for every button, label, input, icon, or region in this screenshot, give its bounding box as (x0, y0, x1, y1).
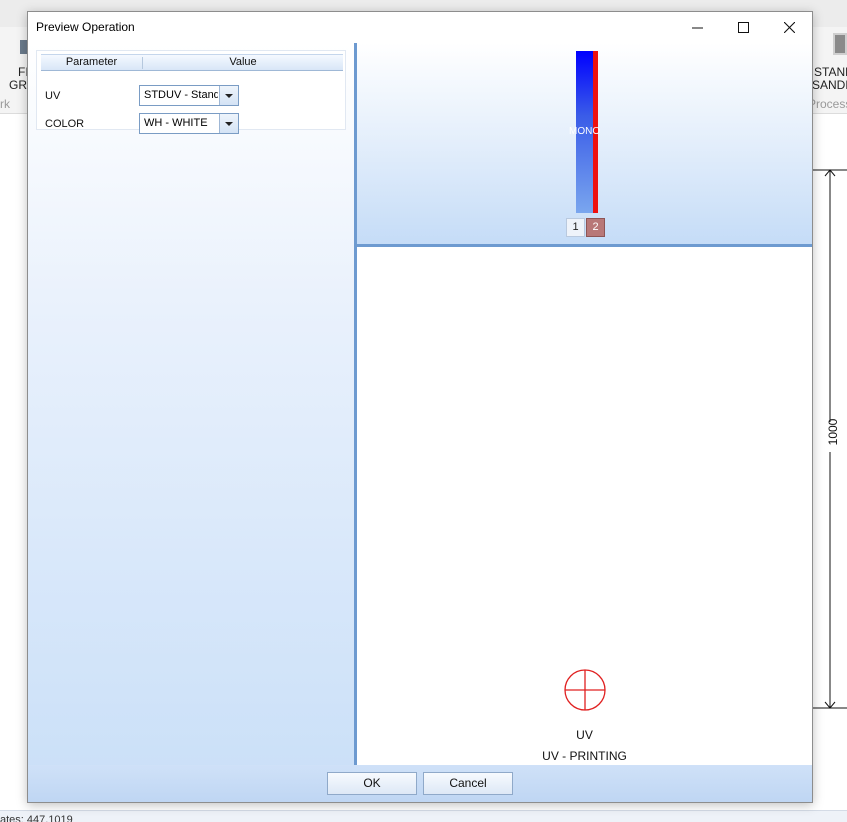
layer-label: MONO (569, 126, 601, 137)
color-select-dropdown-button[interactable] (219, 114, 238, 133)
color-select-value: WH - WHITE (144, 117, 208, 129)
minimize-button[interactable] (674, 12, 720, 42)
ribbon-right-button-line2[interactable]: SANDE (812, 78, 847, 92)
operation-description: UV - PRINTING (542, 749, 627, 763)
preview-operation-dialog: Preview Operation Parameter Value UV STD… (27, 11, 813, 803)
close-icon (783, 21, 795, 33)
uv-select[interactable]: STDUV - Standard UV (139, 85, 239, 106)
maximize-button[interactable] (720, 12, 766, 42)
crosshair-target-icon (564, 669, 606, 711)
dialog-title: Preview Operation (36, 20, 135, 34)
uv-select-dropdown-button[interactable] (219, 86, 238, 105)
ok-button[interactable]: OK (327, 772, 417, 795)
dialog-titlebar[interactable]: Preview Operation (28, 12, 812, 43)
header-value[interactable]: Value (143, 56, 343, 68)
status-bar: ates: 447,1019 (0, 810, 847, 822)
dimension-label: 1000 (826, 418, 840, 446)
ribbon-right-button-line1[interactable]: STAND (814, 65, 847, 79)
page-button-2[interactable]: 2 (586, 218, 605, 237)
uv-select-value: STDUV - Standard UV (144, 89, 218, 101)
param-label-uv: UV (45, 90, 61, 102)
chevron-down-icon (225, 121, 233, 126)
cancel-button[interactable]: Cancel (423, 772, 513, 795)
minimize-icon (691, 27, 703, 28)
status-coordinates: ates: 447,1019 (0, 814, 73, 822)
layer-preview-panel: MONO 1 2 (354, 43, 812, 244)
page-button-1[interactable]: 1 (566, 218, 585, 237)
parameter-grid: Parameter Value UV STDUV - Standard UV C… (36, 50, 346, 134)
parameter-grid-header: Parameter Value (41, 54, 343, 71)
maximize-icon (737, 21, 749, 33)
operation-name: UV (576, 728, 593, 742)
color-select[interactable]: WH - WHITE (139, 113, 239, 134)
chevron-down-icon (225, 93, 233, 98)
ribbon-left-group-label: rk (0, 97, 10, 111)
ribbon-right-icon (833, 33, 847, 55)
close-button[interactable] (766, 12, 812, 42)
param-label-color: COLOR (45, 118, 85, 130)
ribbon-right-group-label: Process (808, 97, 847, 111)
dialog-client-area: Parameter Value UV STDUV - Standard UV C… (28, 43, 812, 802)
operation-preview-canvas: UV UV - PRINTING (354, 244, 812, 765)
header-parameter[interactable]: Parameter (41, 56, 142, 68)
dialog-footer: OK Cancel (28, 765, 812, 802)
